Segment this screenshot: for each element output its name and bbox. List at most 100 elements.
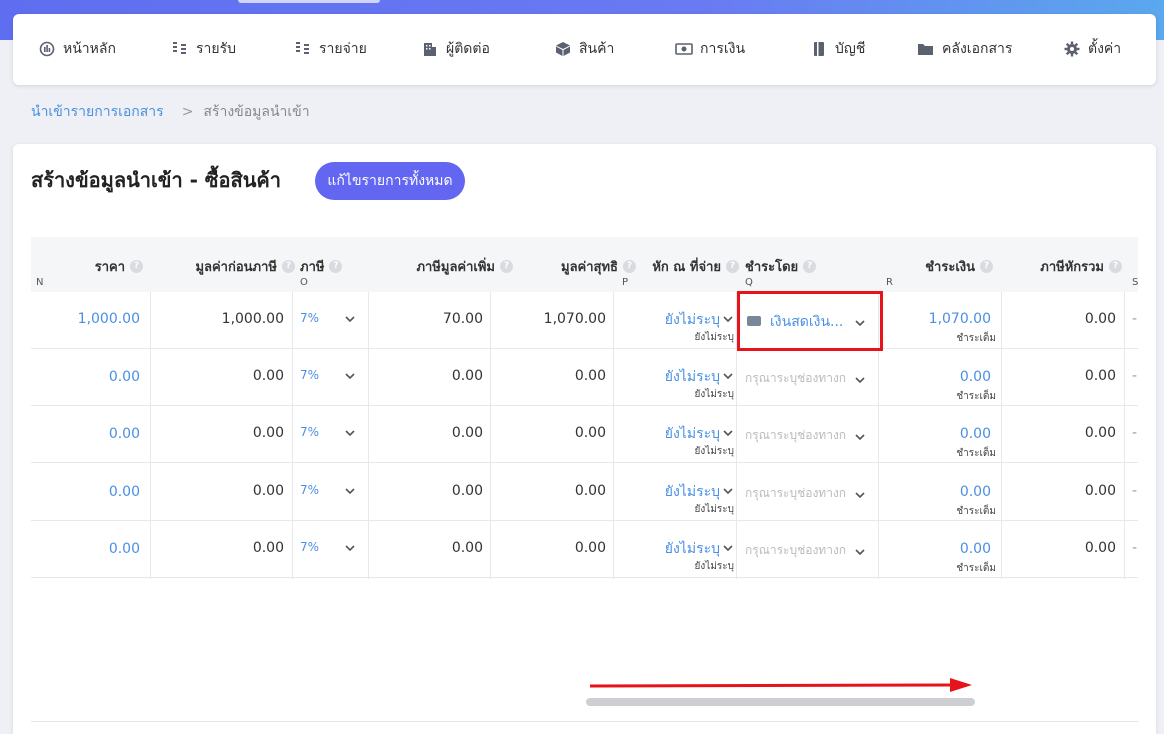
tax-select[interactable]: 7%	[300, 311, 319, 325]
price-cell[interactable]: 0.00	[109, 541, 140, 557]
pre-tax-cell: 0.00	[252, 425, 284, 441]
nav-item-income[interactable]: รายรับ	[171, 38, 236, 60]
tax-select[interactable]: 7%	[300, 483, 319, 497]
nav-item-label: รายจ่าย	[319, 41, 367, 57]
help-icon[interactable]: ?	[726, 259, 739, 273]
nav-item-accounting[interactable]: บัญชี	[810, 38, 865, 60]
paid-cell[interactable]: 0.00	[960, 484, 991, 500]
page-title: สร้างข้อมูลนำเข้า - ซื้อสินค้า	[31, 168, 282, 192]
nav-item-home[interactable]: หน้าหลัก	[38, 38, 116, 60]
nav-item-finance[interactable]: การเงิน	[675, 38, 745, 60]
total-wht-cell: 0.00	[1084, 425, 1116, 441]
paid-sub: ชำระเต็ม	[956, 506, 996, 517]
edit-all-button[interactable]: แก้ไขรายการทั้งหมด	[315, 162, 465, 200]
chevron-down-icon[interactable]	[723, 314, 733, 324]
withholding-select[interactable]: ยังไม่ระบุ	[665, 309, 720, 331]
help-icon[interactable]: ?	[623, 259, 636, 273]
folder-icon	[917, 40, 935, 58]
nav-item-label: การเงิน	[700, 41, 746, 57]
horizontal-scrollbar[interactable]	[586, 698, 975, 706]
paid-sub: ชำระเต็ม	[956, 391, 996, 402]
chevron-down-icon[interactable]	[855, 375, 865, 385]
net-cell: 0.00	[574, 540, 606, 556]
help-icon[interactable]: ?	[329, 259, 343, 273]
chevron-down-icon[interactable]	[723, 486, 733, 496]
chevron-down-icon[interactable]	[723, 428, 733, 438]
price-cell[interactable]: 0.00	[109, 369, 140, 385]
building-icon	[421, 40, 439, 58]
nav-item-label: หน้าหลัก	[63, 41, 116, 57]
pay-by-select[interactable]: กรุณาระบุช่องทางก	[745, 541, 846, 560]
nav-item-products[interactable]: สินค้า	[554, 38, 614, 60]
chevron-down-icon[interactable]	[345, 543, 355, 553]
paid-cell[interactable]: 0.00	[960, 426, 991, 442]
help-icon[interactable]: ?	[500, 259, 513, 273]
breadcrumb-current: สร้างข้อมูลนำเข้า	[203, 104, 310, 120]
withholding-sub: ยังไม่ระบุ	[694, 561, 734, 572]
column-header-total-wht: ภาษีหักรวม?	[1040, 257, 1122, 275]
book-icon	[810, 40, 828, 58]
price-cell[interactable]: 1,000.00	[78, 311, 140, 327]
chevron-down-icon[interactable]	[723, 371, 733, 381]
paid-sub: ชำระเต็ม	[956, 448, 996, 459]
paid-cell[interactable]: 1,070.00	[929, 311, 991, 327]
chevron-down-icon[interactable]	[345, 428, 355, 438]
withholding-select[interactable]: ยังไม่ระบุ	[665, 366, 720, 388]
vat-cell: 70.00	[442, 311, 483, 327]
withholding-select[interactable]: ยังไม่ระบุ	[665, 538, 720, 560]
nav-item-contacts[interactable]: ผู้ติดต่อ	[421, 38, 490, 60]
help-icon[interactable]: ?	[282, 259, 295, 273]
pay-by-select[interactable]: กรุณาระบุช่องทางก	[745, 426, 846, 445]
pay-by-select[interactable]: กรุณาระบุช่องทางก	[745, 369, 846, 388]
tax-select[interactable]: 7%	[300, 368, 319, 382]
chevron-down-icon[interactable]	[855, 432, 865, 442]
extra-cell: -	[1132, 368, 1138, 384]
vat-cell: 0.00	[451, 540, 483, 556]
paid-cell[interactable]: 0.00	[960, 541, 991, 557]
total-wht-cell: 0.00	[1084, 311, 1116, 327]
chevron-down-icon[interactable]	[345, 314, 355, 324]
column-header-paid: ชำระเงิน?	[925, 257, 993, 275]
chevron-down-icon[interactable]	[345, 371, 355, 381]
gear-icon	[1063, 40, 1081, 58]
help-icon[interactable]: ?	[130, 259, 143, 273]
pay-by-highlight-box	[737, 291, 883, 351]
help-icon[interactable]: ?	[803, 259, 817, 273]
chevron-down-icon[interactable]	[723, 543, 733, 553]
column-letter: S	[1132, 277, 1138, 288]
coins-icon	[294, 40, 312, 58]
nav-item-expense[interactable]: รายจ่าย	[294, 38, 367, 60]
column-letter: N	[36, 277, 44, 288]
extra-cell: -	[1132, 425, 1138, 441]
net-cell: 0.00	[574, 425, 606, 441]
price-cell[interactable]: 0.00	[109, 484, 140, 500]
help-icon[interactable]: ?	[1109, 259, 1122, 273]
withholding-select[interactable]: ยังไม่ระบุ	[665, 423, 720, 445]
import-data-grid: ราคา? มูลค่าก่อนภาษี? ภาษี? ภาษีมูลค่าเพ…	[31, 237, 1138, 579]
chevron-down-icon[interactable]	[345, 486, 355, 496]
table-row: 0.00 0.00 7% 0.00 0.00 ยังไม่ระบุ ยังไม่…	[31, 406, 1138, 463]
pre-tax-cell: 0.00	[252, 483, 284, 499]
nav-item-label: ผู้ติดต่อ	[446, 41, 490, 57]
table-row: 0.00 0.00 7% 0.00 0.00 ยังไม่ระบุ ยังไม่…	[31, 521, 1138, 578]
paid-cell[interactable]: 0.00	[960, 369, 991, 385]
column-header-pre-tax: มูลค่าก่อนภาษี?	[195, 257, 295, 275]
chevron-down-icon[interactable]	[855, 490, 865, 500]
help-icon[interactable]: ?	[980, 259, 993, 273]
breadcrumb-link-import-list[interactable]: นำเข้ารายการเอกสาร	[31, 101, 164, 123]
withholding-select[interactable]: ยังไม่ระบุ	[665, 481, 720, 503]
net-cell: 0.00	[574, 368, 606, 384]
chevron-down-icon[interactable]	[855, 547, 865, 557]
table-row: 0.00 0.00 7% 0.00 0.00 ยังไม่ระบุ ยังไม่…	[31, 349, 1138, 406]
pre-tax-cell: 0.00	[252, 368, 284, 384]
column-letter: Q	[745, 277, 753, 288]
net-cell: 1,070.00	[543, 311, 606, 327]
withholding-sub: ยังไม่ระบุ	[694, 504, 734, 515]
tax-select[interactable]: 7%	[300, 425, 319, 439]
dashboard-icon	[38, 40, 56, 58]
nav-item-settings[interactable]: ตั้งค่า	[1063, 38, 1121, 60]
pay-by-select[interactable]: กรุณาระบุช่องทางก	[745, 484, 846, 503]
nav-item-documents[interactable]: คลังเอกสาร	[917, 38, 1012, 60]
price-cell[interactable]: 0.00	[109, 426, 140, 442]
tax-select[interactable]: 7%	[300, 540, 319, 554]
